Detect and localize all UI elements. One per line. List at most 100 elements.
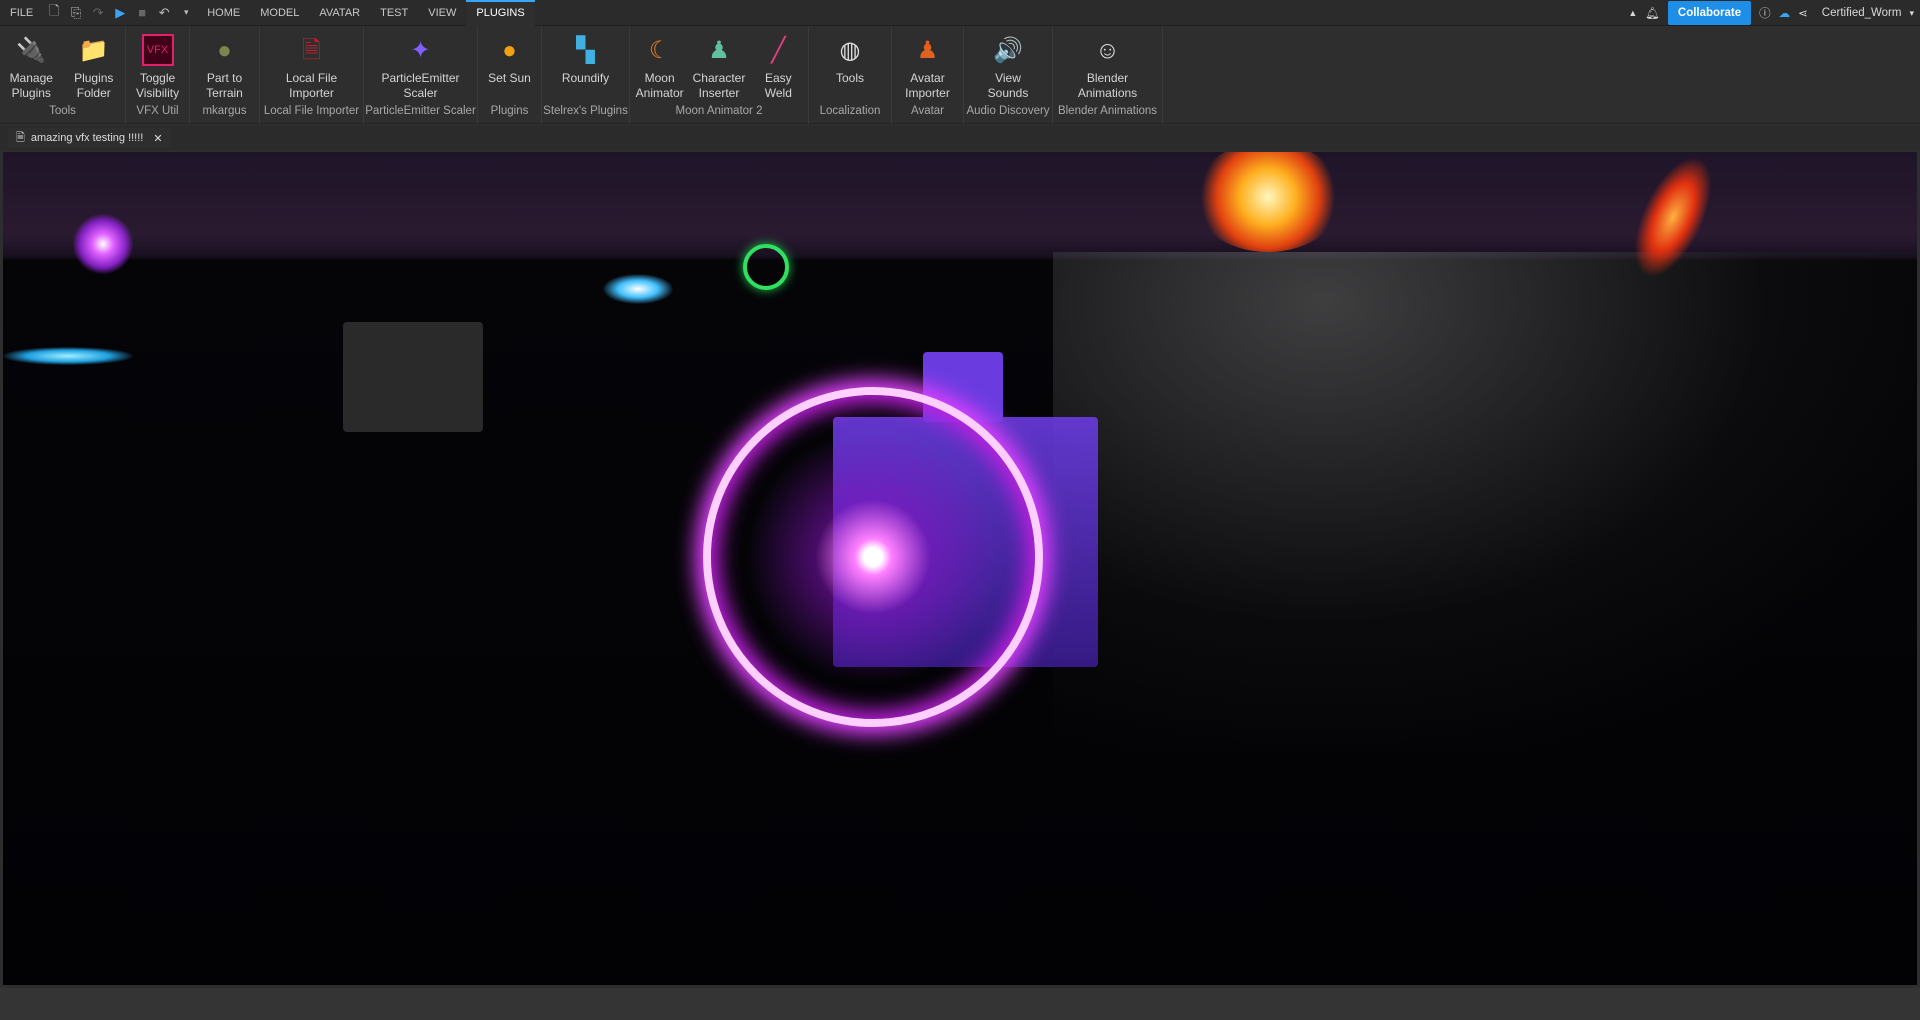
ribbon-group-mkargus: ● Part to Terrain mkargus: [190, 26, 260, 124]
menu-tab-test[interactable]: TEST: [370, 0, 418, 26]
menu-tab-home[interactable]: HOME: [197, 0, 250, 26]
ribbon-group-label: Audio Discovery: [966, 105, 1050, 117]
ribbon-group-label: ParticleEmitter Scaler: [365, 105, 476, 117]
ribbon-group-label: VFX Util: [136, 105, 179, 117]
ribbon-group-particleemitter-scaler: ✦ ParticleEmitter Scaler ParticleEmitter S…: [364, 26, 478, 124]
button-label: Character Inserter: [692, 71, 746, 100]
document-tab-title: amazing vfx testing !!!!!: [30, 132, 144, 144]
ribbon-group-moon-animator-2: ☾ Moon Animator ♟ Character Inserter ╱ Easy W…: [630, 26, 809, 124]
plugins-ribbon: 🔌 Manage Plugins 📁 Plugins Folder Tools VFX To…: [0, 26, 1920, 124]
menu-tab-view[interactable]: VIEW: [418, 0, 466, 26]
character-icon: ♟: [708, 36, 730, 64]
stop-icon[interactable]: ■: [131, 5, 153, 20]
tools-button[interactable]: ◍ Tools: [822, 34, 878, 102]
cloud-icon[interactable]: ☁: [1779, 6, 1791, 20]
help-icon[interactable]: ⓘ: [1759, 5, 1771, 21]
ribbon-group-label: Plugins: [490, 105, 529, 117]
ribbon-group-blender-animations: ☺ Blender Animations Blender Animations: [1053, 26, 1163, 124]
sun-icon: ●: [502, 36, 517, 64]
script-file-icon: 🗎: [16, 131, 25, 144]
ribbon-group-label: Stelrex's Plugins: [543, 105, 628, 117]
manage-plugins-button[interactable]: 🔌 Manage Plugins: [3, 34, 59, 102]
ribbon-group-label: Localization: [819, 105, 881, 117]
close-tab-icon[interactable]: ✕: [153, 132, 162, 145]
menu-tab-model[interactable]: MODEL: [250, 0, 309, 26]
explosion-effect: [1193, 152, 1343, 252]
button-label: Manage Plugins: [9, 71, 53, 100]
button-label: ParticleEmitter Scaler: [381, 71, 460, 100]
button-label: Roundify: [561, 71, 610, 85]
button-label: Tools: [835, 71, 864, 85]
user-dropdown-icon[interactable]: ▾: [1909, 8, 1914, 19]
open-file-icon[interactable]: ⎘: [65, 5, 87, 21]
button-label: Set Sun: [488, 71, 531, 85]
collapse-ribbon-icon[interactable]: ▲: [1628, 8, 1637, 18]
terrain-sphere-icon: ●: [217, 36, 232, 64]
quick-access-dropdown-icon[interactable]: ▾: [175, 7, 197, 18]
avatar-import-icon: ♟: [916, 36, 939, 64]
plugins-folder-button[interactable]: 📁 Plugins Folder: [66, 34, 122, 102]
roundify-icon: ▚: [576, 36, 595, 64]
floor-light: [1053, 252, 1917, 752]
part-to-terrain-button[interactable]: ● Part to Terrain: [197, 34, 253, 102]
file-menu[interactable]: FILE: [0, 0, 43, 26]
ribbon-group-plugins: ● Set Sun Plugins: [478, 26, 542, 124]
ribbon-group-label: mkargus: [202, 105, 247, 117]
notification-bell-icon[interactable]: 🔔︎: [1645, 6, 1660, 20]
ribbon-group-label: Moon Animator 2: [675, 105, 763, 117]
button-label: View Sounds: [987, 71, 1029, 100]
share-icon[interactable]: ⋖: [1798, 6, 1808, 20]
folder-plug-icon: 📁: [78, 36, 109, 64]
plug-gear-icon: 🔌: [16, 36, 47, 64]
ribbon-group-label: Tools: [49, 105, 76, 117]
ribbon-group-localization: ◍ Tools Localization: [809, 26, 892, 124]
vfx-icon: VFX: [141, 34, 174, 66]
cyan-beam-effect: [3, 347, 133, 365]
file-import-icon: 🗎: [301, 36, 322, 64]
redo-icon[interactable]: ↷: [87, 5, 109, 21]
moon-animator-button[interactable]: ☾ Moon Animator: [632, 34, 688, 102]
particleemitter-scaler-button[interactable]: ✦ ParticleEmitter Scaler: [381, 34, 459, 102]
globe-pin-icon: ◍: [839, 36, 861, 64]
3d-viewport[interactable]: [3, 152, 1917, 985]
green-ring-effect: [743, 244, 789, 290]
collaborate-button[interactable]: Collaborate: [1667, 1, 1752, 25]
ribbon-group-label: Blender Animations: [1057, 105, 1158, 117]
toggle-visibility-button[interactable]: VFX Toggle Visibility: [130, 34, 186, 102]
ribbon-group-avatar: ♟ Avatar Importer Avatar: [892, 26, 964, 124]
ribbon-group-label: Avatar: [910, 105, 945, 117]
status-bar: [0, 988, 1920, 1020]
weld-icon: ╱: [771, 36, 786, 64]
purple-vfx-ring: [703, 387, 1043, 727]
menu-tab-avatar[interactable]: AVATAR: [309, 0, 370, 26]
undo-icon[interactable]: ↶: [153, 5, 175, 21]
local-file-importer-button[interactable]: 🗎 Local File Importer: [284, 34, 340, 102]
ribbon-group-label: Local File Importer: [263, 105, 360, 117]
blue-flame-effect: [603, 274, 673, 304]
ribbon-group-stelrex-s-plugins: ▚ Roundify Stelrex's Plugins: [542, 26, 630, 124]
menu-tab-plugins[interactable]: PLUGINS: [466, 0, 535, 26]
easy-weld-button[interactable]: ╱ Easy Weld: [750, 34, 806, 102]
character-inserter-button[interactable]: ♟ Character Inserter: [691, 34, 747, 102]
menu-bar: FILE 🗋 ⎘ ↷ ▶ ■ ↶ ▾ HOME MODEL AVATAR TEST VI…: [0, 0, 1920, 26]
new-file-icon[interactable]: 🗋: [43, 2, 65, 24]
ribbon-group-tools: 🔌 Manage Plugins 📁 Plugins Folder Tools: [0, 26, 126, 124]
document-tab[interactable]: 🗎 amazing vfx testing !!!!! ✕: [8, 128, 171, 148]
button-label: Moon Animator: [635, 71, 684, 100]
button-label: Easy Weld: [764, 71, 792, 100]
document-tab-bar: 🗎 amazing vfx testing !!!!! ✕: [0, 126, 1920, 150]
username[interactable]: Certified_Worm: [1822, 7, 1902, 19]
set-sun-button[interactable]: ● Set Sun: [482, 34, 538, 102]
view-sounds-button[interactable]: 🔊 View Sounds: [980, 34, 1036, 102]
avatar-importer-button[interactable]: ♟ Avatar Importer: [900, 34, 956, 102]
roundify-button[interactable]: ▚ Roundify: [558, 34, 614, 102]
blender-figure-icon: ☺: [1095, 36, 1120, 64]
blender-animations-button[interactable]: ☺ Blender Animations: [1077, 34, 1138, 102]
character-dummy: [343, 322, 483, 432]
button-label: Toggle Visibility: [135, 71, 180, 100]
purple-orb-effect: [73, 214, 133, 274]
ribbon-group-vfx-util: VFX Toggle Visibility VFX Util: [126, 26, 190, 124]
moon-icon: ☾: [648, 36, 671, 64]
play-icon[interactable]: ▶: [109, 5, 131, 21]
button-label: Blender Animations: [1077, 71, 1138, 100]
